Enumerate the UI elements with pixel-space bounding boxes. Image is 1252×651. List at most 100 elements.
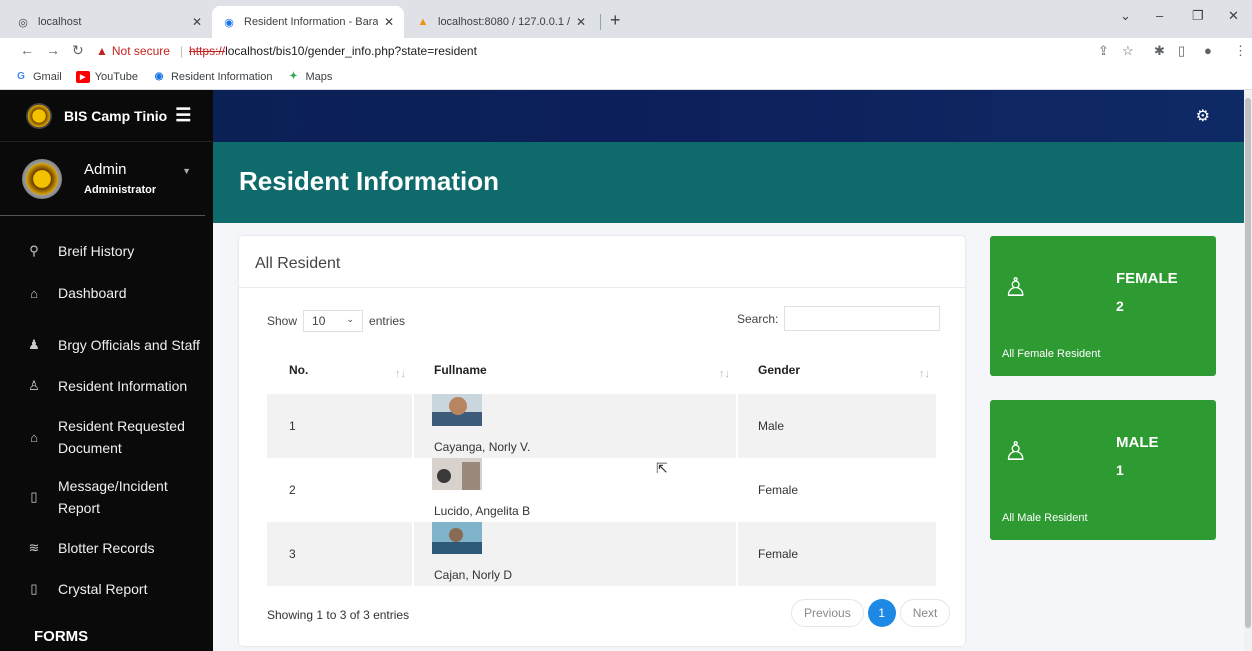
minimize-icon[interactable]: – bbox=[1156, 8, 1163, 23]
resident-photo bbox=[432, 394, 482, 426]
url-scheme: https:// bbox=[189, 44, 226, 58]
male-stat-card[interactable]: ♙ MALE 1 All Male Resident bbox=[990, 400, 1216, 540]
search-control: Search: bbox=[737, 306, 941, 331]
bookmarks-bar: G Gmail ▶ YouTube ◉ Resident Information… bbox=[0, 64, 1252, 90]
reload-icon[interactable]: ↻ bbox=[72, 42, 84, 59]
close-tab-icon[interactable]: ✕ bbox=[576, 15, 586, 29]
bookmark-label: YouTube bbox=[94, 70, 138, 83]
user-outline-icon: ♙ bbox=[1004, 436, 1028, 466]
sidebar-item-resident-information[interactable]: ♙ Resident Information bbox=[0, 375, 213, 397]
tab-title: localhost bbox=[38, 16, 82, 28]
bookmark-star-icon[interactable]: ☆ bbox=[1122, 43, 1134, 59]
back-icon[interactable]: ← bbox=[20, 42, 34, 58]
youtube-icon: ▶ bbox=[75, 70, 90, 83]
next-button[interactable]: Next bbox=[899, 599, 951, 627]
search-label: Search: bbox=[737, 311, 779, 326]
resident-photo bbox=[432, 458, 482, 490]
extensions-icon[interactable]: ✱ bbox=[1154, 43, 1165, 59]
bookmark-maps[interactable]: ✦ Maps bbox=[286, 71, 332, 83]
entries-control: Show 10 ⌄ entries bbox=[267, 310, 405, 332]
sidebar-item-label: Breif History bbox=[58, 243, 135, 259]
url-field[interactable]: ▲ Not secure | https:// localhost/bis10/… bbox=[96, 40, 1096, 62]
stat-value: 2 bbox=[1116, 298, 1124, 314]
fullname-text: Cajan, Norly D bbox=[434, 568, 513, 582]
warning-icon: ▲ bbox=[96, 44, 108, 58]
entries-select[interactable]: 10 ⌄ bbox=[303, 310, 364, 332]
page-button-1[interactable]: 1 bbox=[867, 599, 896, 627]
cell-no: 3 bbox=[267, 522, 413, 586]
browser-tab-localhost[interactable]: ◎ localhost ✕ bbox=[6, 6, 212, 38]
entries-label: entries bbox=[369, 314, 406, 328]
cell-fullname: Cajan, Norly D bbox=[412, 522, 738, 586]
stat-footer: All Female Resident bbox=[1002, 348, 1101, 360]
table-row[interactable]: 1 Cayanga, Norly V. Male bbox=[267, 394, 936, 458]
bookmark-resident-information[interactable]: ◉ Resident Information bbox=[152, 71, 273, 83]
cell-no: 1 bbox=[267, 394, 413, 458]
close-tab-icon[interactable]: ✕ bbox=[192, 15, 202, 29]
cell-fullname: Cayanga, Norly V. bbox=[412, 394, 738, 458]
share-icon[interactable]: ⇪ bbox=[1098, 43, 1109, 59]
new-tab-icon[interactable]: + bbox=[610, 10, 621, 31]
sidebar-item-breif-history[interactable]: ⚲ Breif History bbox=[0, 240, 213, 262]
table-row[interactable]: 2 Lucido, Angelita B Female bbox=[267, 458, 936, 522]
sidebar-item-brgy-officials[interactable]: ♟ Brgy Officials and Staff bbox=[0, 334, 213, 356]
table-info: Showing 1 to 3 of 3 entries bbox=[267, 608, 410, 622]
hamburger-menu-icon[interactable]: ☰ bbox=[175, 105, 191, 126]
browser-tab-phpmyadmin[interactable]: ▲ localhost:8080 / 127.0.0.1 / web ✕ bbox=[406, 6, 596, 38]
not-secure-label: Not secure bbox=[111, 44, 170, 58]
gear-icon[interactable]: ⚙ bbox=[1196, 106, 1210, 126]
cell-gender: Female bbox=[737, 522, 936, 586]
cell-no: 2 bbox=[289, 483, 296, 497]
tab-search-icon[interactable]: ⌄ bbox=[1120, 8, 1131, 24]
table-row[interactable]: 3 Cajan, Norly D Female bbox=[267, 522, 936, 586]
resident-table-card: All Resident Show 10 ⌄ entries Search: N… bbox=[239, 236, 965, 646]
stat-title: MALE bbox=[1116, 434, 1159, 451]
column-header-gender[interactable]: Gender ↑↓ bbox=[737, 346, 936, 394]
bookmark-gmail[interactable]: G Gmail bbox=[14, 71, 62, 83]
file-icon: ▯ bbox=[30, 581, 38, 596]
close-tab-icon[interactable]: ✕ bbox=[384, 15, 394, 29]
column-header-fullname[interactable]: Fullname ↑↓ bbox=[412, 346, 738, 394]
profile-icon[interactable]: ● bbox=[1204, 43, 1212, 58]
bookmark-label: Resident Information bbox=[170, 70, 273, 83]
column-header-no[interactable]: No. ↑↓ bbox=[267, 346, 413, 394]
maximize-icon[interactable]: ❐ bbox=[1192, 8, 1204, 24]
female-stat-card[interactable]: ♙ FEMALE 2 All Female Resident bbox=[990, 236, 1216, 376]
users-icon: ♟ bbox=[28, 337, 40, 352]
brand-name: BIS Camp Tinio bbox=[64, 107, 168, 124]
user-panel[interactable]: Admin Administrator ▼ bbox=[0, 142, 205, 216]
scrollbar-thumb[interactable] bbox=[1245, 98, 1251, 628]
home-icon: ⌂ bbox=[30, 285, 38, 301]
close-window-icon[interactable]: ✕ bbox=[1228, 8, 1239, 24]
caret-down-icon[interactable]: ▼ bbox=[182, 166, 191, 176]
bookmark-label: Maps bbox=[305, 70, 333, 83]
url-path: localhost/bis10/gender_info.php?state=re… bbox=[225, 44, 477, 58]
bookmark-youtube[interactable]: ▶ YouTube bbox=[75, 70, 138, 83]
brand[interactable]: BIS Camp Tinio ☰ bbox=[0, 90, 213, 142]
show-label: Show bbox=[267, 314, 298, 328]
page-scrollbar[interactable] bbox=[1244, 90, 1252, 651]
search-input[interactable] bbox=[784, 306, 941, 331]
resident-table: No. ↑↓ Fullname ↑↓ Gender ↑↓ 1 Cayanga, … bbox=[267, 346, 936, 586]
table-header-row: No. ↑↓ Fullname ↑↓ Gender ↑↓ bbox=[267, 346, 936, 394]
stat-title: FEMALE bbox=[1116, 270, 1178, 287]
sidebar-item-crystal-report[interactable]: ▯ Crystal Report bbox=[0, 578, 213, 600]
url-divider: | bbox=[179, 44, 184, 58]
mouse-cursor-icon: ⇱ bbox=[656, 460, 668, 476]
menu-kebab-icon[interactable]: ⋮ bbox=[1234, 43, 1247, 59]
cell-fullname: Lucido, Angelita B bbox=[412, 458, 738, 522]
previous-button[interactable]: Previous bbox=[791, 599, 864, 627]
resident-photo bbox=[432, 522, 482, 554]
forward-icon[interactable]: → bbox=[46, 42, 60, 58]
sidebar-item-dashboard[interactable]: ⌂ Dashboard bbox=[0, 282, 213, 304]
address-bar: ← → ↻ ▲ Not secure | https:// localhost/… bbox=[0, 38, 1252, 64]
sidebar-item-label: Resident Information bbox=[58, 378, 188, 394]
top-navbar: ⚙ bbox=[213, 90, 1252, 142]
sidebar-item-blotter-records[interactable]: ≋ Blotter Records bbox=[0, 537, 213, 559]
sidebar-item-message-report[interactable]: ▯ Message/Incident Report bbox=[0, 475, 213, 519]
side-panel-icon[interactable]: ▯ bbox=[1178, 43, 1185, 59]
browser-tab-resident-information[interactable]: ◉ Resident Information - Barangay ✕ bbox=[212, 6, 404, 38]
sidebar-item-requested-document[interactable]: ⌂ Resident Requested Document bbox=[0, 415, 213, 459]
page-title: Resident Information bbox=[239, 166, 500, 196]
sort-icon: ↑↓ bbox=[919, 368, 930, 380]
